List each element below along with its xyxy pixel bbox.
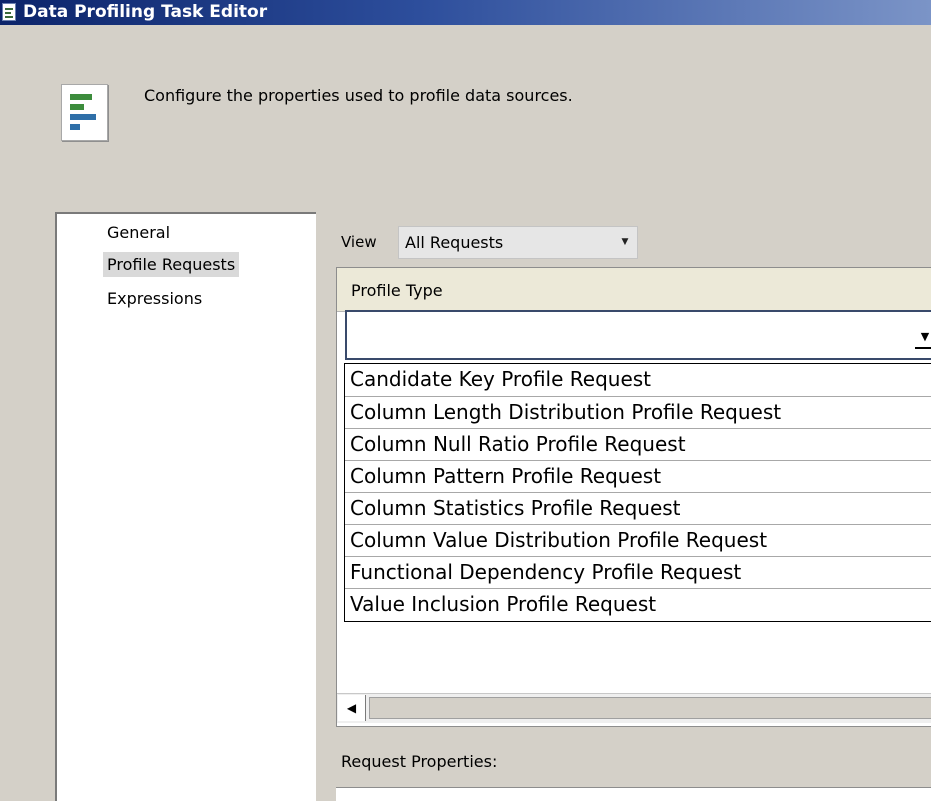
scrollbar-thumb[interactable] <box>369 697 931 719</box>
list-item[interactable]: Column Value Distribution Profile Reques… <box>345 524 931 556</box>
horizontal-scrollbar[interactable]: ◀ <box>337 693 931 723</box>
profile-type-dropdown-list: Candidate Key Profile Request Column Len… <box>344 363 931 622</box>
list-item[interactable]: Column Pattern Profile Request <box>345 460 931 492</box>
view-select-value: All Requests <box>405 233 504 252</box>
arrow-left-icon[interactable]: ◀ <box>338 695 366 721</box>
request-properties-label: Request Properties: <box>341 752 498 771</box>
chevron-down-icon[interactable]: ▼ <box>915 325 931 349</box>
title-bar[interactable]: Data Profiling Task Editor <box>0 0 931 25</box>
list-item[interactable]: Column Null Ratio Profile Request <box>345 428 931 460</box>
profile-type-combo[interactable]: ▼ <box>345 310 931 360</box>
window-title: Data Profiling Task Editor <box>23 2 268 22</box>
list-item[interactable]: Value Inclusion Profile Request <box>345 588 931 620</box>
view-select[interactable]: All Requests ▼ <box>398 226 638 259</box>
nav-item-profile-requests[interactable]: Profile Requests <box>103 252 240 277</box>
list-item[interactable]: Column Length Distribution Profile Reque… <box>345 396 931 428</box>
list-item[interactable]: Column Statistics Profile Request <box>345 492 931 524</box>
list-item[interactable]: Candidate Key Profile Request <box>345 364 931 396</box>
header-description: Configure the properties used to profile… <box>144 86 573 105</box>
data-profile-icon <box>61 84 108 141</box>
column-header-label: Profile Type <box>351 281 443 300</box>
list-item[interactable]: Functional Dependency Profile Request <box>345 556 931 588</box>
nav-item-general[interactable]: General <box>103 220 174 245</box>
document-icon <box>2 3 16 21</box>
chevron-down-icon[interactable]: ▼ <box>613 227 637 258</box>
data-profiling-task-editor-window: Data Profiling Task Editor Configure the… <box>0 0 931 801</box>
column-header-profile-type[interactable]: Profile Type <box>337 268 931 312</box>
view-label: View <box>341 233 377 251</box>
navigation-panel: General Profile Requests Expressions <box>55 212 316 801</box>
request-properties-grid <box>336 787 931 801</box>
nav-item-expressions[interactable]: Expressions <box>103 286 206 311</box>
